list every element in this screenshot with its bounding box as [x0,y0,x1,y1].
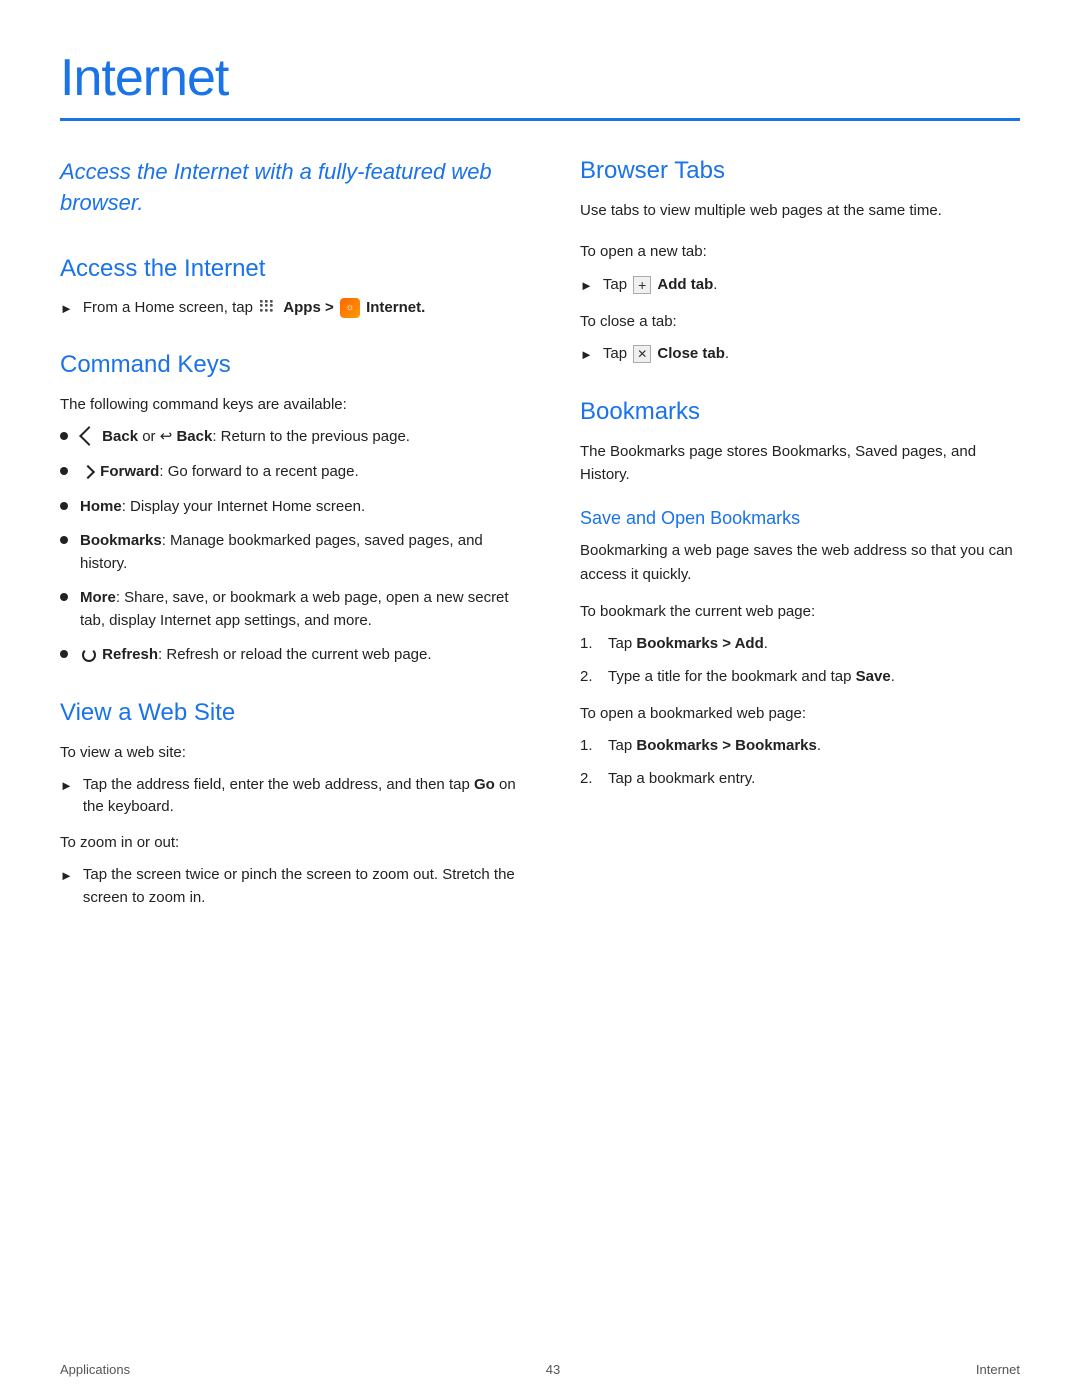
step-number: 1. [580,735,600,758]
access-internet-title: Access the Internet [60,255,520,283]
bullet-dot [60,593,68,601]
bullet-dot [60,502,68,510]
back-item: Back or ↩ Back: Return to the previous p… [80,426,410,449]
home-item: Home: Display your Internet Home screen. [80,496,365,519]
command-keys-section: Command Keys The following command keys … [60,351,520,666]
bullet-dot [60,650,68,658]
arrow-icon: ► [60,866,73,886]
arrow-icon: ► [60,299,73,319]
view-web-site-section: View a Web Site To view a web site: ► Ta… [60,699,520,910]
view-web-site-title: View a Web Site [60,699,520,727]
open-bookmarked-intro: To open a bookmarked web page: [580,702,1020,725]
main-columns: Access the Internet with a fully-feature… [60,157,1020,941]
forward-item: Forward: Go forward to a recent page. [80,461,359,484]
footer: Applications 43 Internet [0,1362,1080,1377]
bookmark-steps-list: 1. Tap Bookmarks > Add. 2. Type a title … [580,633,1020,688]
list-item: 2. Type a title for the bookmark and tap… [580,666,1020,689]
back-icon [79,426,99,446]
step-number: 1. [580,633,600,656]
bullet-dot [60,536,68,544]
command-keys-intro: The following command keys are available… [60,393,520,416]
list-item: 1. Tap Bookmarks > Bookmarks. [580,735,1020,758]
tap-bookmark-entry: Tap a bookmark entry. [608,768,755,791]
list-item: Refresh: Refresh or reload the current w… [60,644,520,667]
refresh-item: Refresh: Refresh or reload the current w… [80,644,432,667]
right-column: Browser Tabs Use tabs to view multiple w… [580,157,1020,941]
arrow-icon: ► [60,776,73,796]
left-column: Access the Internet with a fully-feature… [60,157,520,941]
bookmark-current-intro: To bookmark the current web page: [580,600,1020,623]
list-item: Home: Display your Internet Home screen. [60,496,520,519]
browser-tabs-intro: Use tabs to view multiple web pages at t… [580,199,1020,222]
list-item: Forward: Go forward to a recent page. [60,461,520,484]
open-tab-step: ► Tap + Add tab. [580,274,1020,297]
browser-tabs-title: Browser Tabs [580,157,1020,185]
save-open-bookmarks-subsection: Save and Open Bookmarks Bookmarking a we… [580,508,1020,790]
footer-center: 43 [546,1362,560,1377]
more-item: More: Share, save, or bookmark a web pag… [80,587,520,632]
internet-icon: ☼ [340,298,360,318]
bullet-dot [60,432,68,440]
view-web-site-step1: ► Tap the address field, enter the web a… [60,774,520,819]
step-number: 2. [580,768,600,791]
list-item: 1. Tap Bookmarks > Add. [580,633,1020,656]
close-tab-icon: ✕ [633,345,651,363]
view-web-site-step2: ► Tap the screen twice or pinch the scre… [60,864,520,909]
open-tab-intro: To open a new tab: [580,240,1020,263]
access-internet-section: Access the Internet ► From a Home screen… [60,255,520,320]
refresh-icon [82,648,96,662]
list-item: More: Share, save, or bookmark a web pag… [60,587,520,632]
access-internet-text: From a Home screen, tap Apps > ☼ Interne… [83,297,425,320]
footer-right: Internet [976,1362,1020,1377]
command-keys-title: Command Keys [60,351,520,379]
apps-label: Apps > [283,299,333,316]
access-internet-step: ► From a Home screen, tap Apps > ☼ Inter… [60,297,520,320]
bookmarks-section: Bookmarks The Bookmarks page stores Book… [580,398,1020,791]
view-web-site-intro2: To zoom in or out: [60,831,520,854]
list-item: 2. Tap a bookmark entry. [580,768,1020,791]
bookmarks-title: Bookmarks [580,398,1020,426]
view-web-site-intro1: To view a web site: [60,741,520,764]
footer-left: Applications [60,1362,130,1377]
close-tab-intro: To close a tab: [580,310,1020,333]
open-bookmark-steps-list: 1. Tap Bookmarks > Bookmarks. 2. Tap a b… [580,735,1020,790]
arrow-icon: ► [580,345,593,365]
add-tab-icon: + [633,276,651,294]
list-item: Bookmarks: Manage bookmarked pages, save… [60,530,520,575]
bookmarks-item: Bookmarks: Manage bookmarked pages, save… [80,530,520,575]
list-item: Back or ↩ Back: Return to the previous p… [60,426,520,449]
close-tab-step: ► Tap ✕ Close tab. [580,343,1020,366]
page-title: Internet [60,48,1020,108]
internet-label: Internet. [366,299,425,316]
arrow-icon: ► [580,276,593,296]
apps-icon [259,299,277,317]
title-divider [60,118,1020,121]
intro-text: Access the Internet with a fully-feature… [60,157,520,219]
forward-icon [81,465,95,479]
bullet-dot [60,467,68,475]
bookmarks-intro: The Bookmarks page stores Bookmarks, Sav… [580,440,1020,487]
save-open-intro: Bookmarking a web page saves the web add… [580,539,1020,586]
view-web-site-step2-text: Tap the screen twice or pinch the screen… [83,864,520,909]
step-number: 2. [580,666,600,689]
command-keys-list: Back or ↩ Back: Return to the previous p… [60,426,520,666]
page-content: Internet Access the Internet with a full… [0,0,1080,1001]
save-open-title: Save and Open Bookmarks [580,508,1020,529]
browser-tabs-section: Browser Tabs Use tabs to view multiple w… [580,157,1020,366]
